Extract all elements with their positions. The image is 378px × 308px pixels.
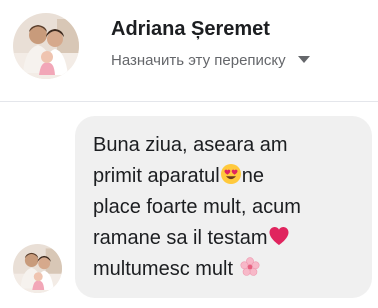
caret-down-icon	[297, 56, 310, 64]
message-bubble[interactable]: Buna ziua, aseara am primit aparatul ne p…	[75, 116, 372, 298]
smiling-face-with-heart-eyes-icon	[220, 163, 242, 185]
message-line: primit aparatul ne	[93, 161, 354, 192]
message-line: multumesc mult	[93, 254, 354, 285]
message-text: ne	[241, 165, 264, 187]
message-text: multumesc mult	[93, 258, 234, 280]
avatar-photo	[13, 244, 62, 293]
red-heart-icon	[268, 225, 290, 247]
avatar-photo	[13, 13, 79, 79]
contact-avatar[interactable]	[13, 13, 79, 79]
assign-conversation-label: Назначить эту переписку	[111, 51, 286, 69]
conversation-view: Adriana Șeremet Назначить эту переписку	[0, 0, 378, 308]
message-text: place foarte mult, acum	[93, 196, 301, 218]
message-text: Buna ziua, aseara am	[93, 134, 288, 156]
message-text: primit aparatul	[93, 165, 220, 187]
message-line: Buna ziua, aseara am	[93, 130, 354, 161]
sender-avatar[interactable]	[13, 244, 62, 293]
message-line: place foarte mult, acum	[93, 192, 354, 223]
message-line: ramane sa il testam	[93, 223, 354, 254]
message-text: ramane sa il testam	[93, 227, 268, 249]
assign-conversation-dropdown[interactable]: Назначить эту переписку	[111, 49, 310, 71]
contact-name: Adriana Șeremet	[111, 18, 270, 40]
cherry-blossom-icon	[239, 256, 261, 278]
conversation-header: Adriana Șeremet Назначить эту переписку	[0, 0, 378, 101]
